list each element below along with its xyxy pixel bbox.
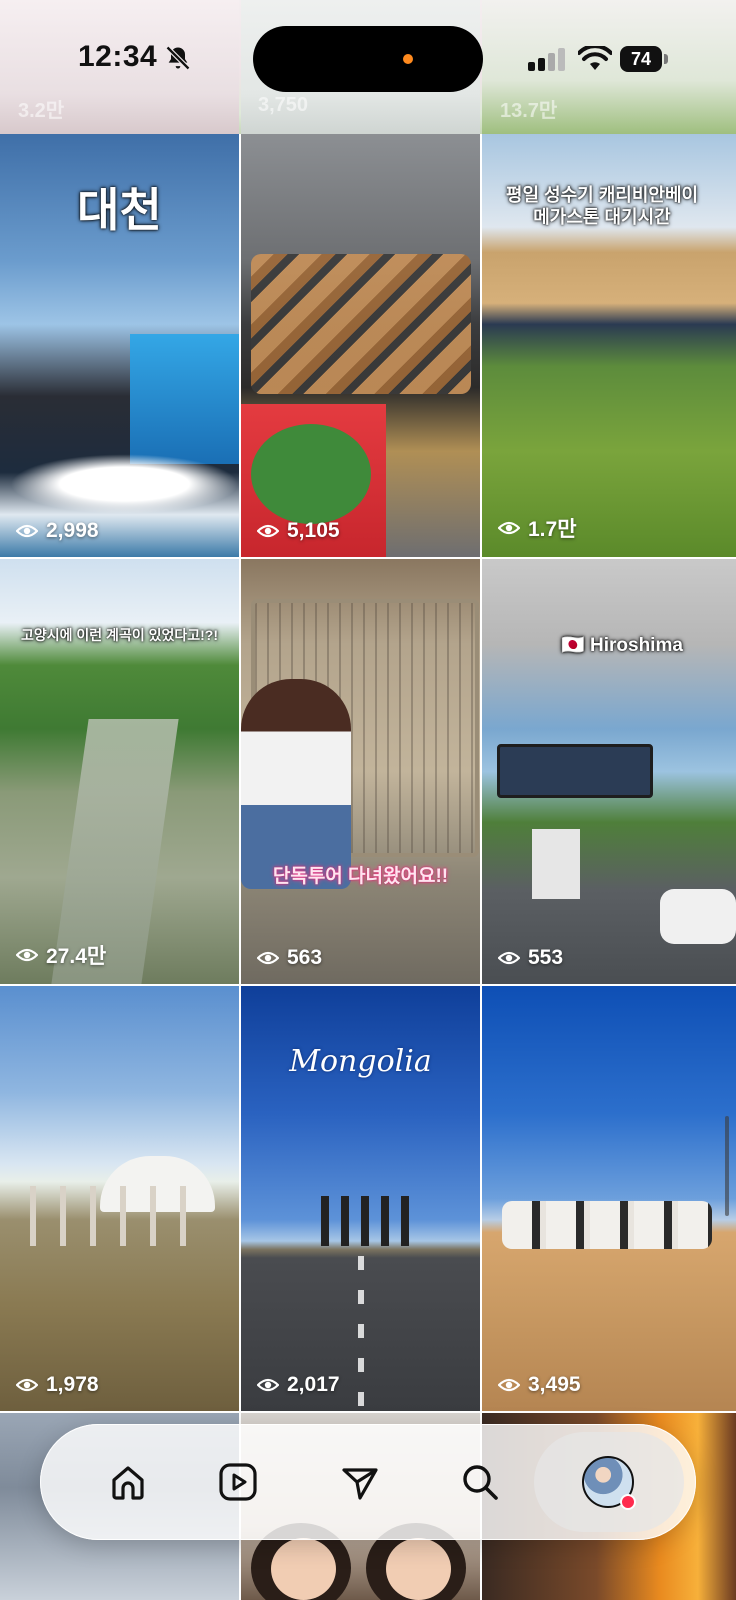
nav-reels-button[interactable] bbox=[208, 1452, 268, 1512]
view-count: 27.4만 bbox=[16, 940, 106, 970]
eye-icon bbox=[16, 1378, 38, 1392]
nav-messages-button[interactable] bbox=[330, 1452, 390, 1512]
search-icon bbox=[463, 1465, 498, 1500]
video-tile-2[interactable]: 5,105 bbox=[241, 134, 480, 557]
video-tile-5[interactable]: 단독투어 다녀왔어요!! 563 bbox=[241, 559, 480, 984]
view-count: 563 bbox=[257, 946, 322, 970]
eye-icon bbox=[16, 524, 38, 538]
view-count-value: 3,495 bbox=[528, 1373, 581, 1396]
cellular-signal-icon bbox=[528, 48, 565, 71]
view-count-value: 563 bbox=[287, 946, 323, 969]
scrollbar[interactable] bbox=[725, 1116, 729, 1216]
top-tile-views-1: 3.2만 bbox=[18, 100, 65, 122]
video-tile-4[interactable]: 고양시에 이런 계곡이 있었다고!?! 27.4만 bbox=[0, 559, 239, 984]
nav-home-button[interactable] bbox=[98, 1452, 158, 1512]
nav-search-button[interactable] bbox=[450, 1452, 510, 1512]
battery-icon: 74 bbox=[620, 46, 670, 72]
tile-overlay-text: 평일 성수기 캐리비안베이 메가스톤 대기시간 bbox=[505, 185, 699, 227]
eye-icon bbox=[257, 524, 279, 538]
eye-icon bbox=[16, 948, 38, 962]
view-count-value: 553 bbox=[528, 946, 564, 969]
top-tile-views-2: 3,750 bbox=[258, 94, 309, 116]
eye-icon bbox=[257, 951, 279, 965]
eye-icon bbox=[498, 951, 520, 965]
home-icon bbox=[112, 1466, 144, 1500]
view-count-value: 5,105 bbox=[287, 519, 340, 542]
privacy-indicator-dot bbox=[403, 54, 413, 64]
view-count-value: 1,978 bbox=[46, 1373, 99, 1396]
notification-dot bbox=[620, 1494, 636, 1510]
view-count: 1,978 bbox=[16, 1373, 99, 1397]
tile-overlay-text: 단독투어 다녀왔어요!! bbox=[272, 866, 449, 887]
view-count: 2,998 bbox=[16, 519, 99, 543]
view-count-value: 2,998 bbox=[46, 519, 99, 542]
view-count: 5,105 bbox=[257, 519, 340, 543]
battery-level: 74 bbox=[620, 46, 662, 72]
bell-slash-icon bbox=[165, 45, 191, 71]
send-icon bbox=[342, 1468, 378, 1500]
tile-overlay-text: Mongolia bbox=[289, 1044, 432, 1079]
eye-icon bbox=[257, 1378, 279, 1392]
view-count: 3,495 bbox=[498, 1373, 581, 1397]
tile-overlay-text: 대천 bbox=[77, 184, 162, 236]
reels-icon bbox=[219, 1463, 257, 1501]
view-count: 553 bbox=[498, 946, 563, 970]
video-tile-1[interactable]: 대천 2,998 bbox=[0, 134, 239, 557]
view-count-value: 1.7만 bbox=[528, 518, 577, 541]
status-time: 12:34 bbox=[78, 40, 158, 73]
video-tile-9[interactable]: 3,495 bbox=[482, 986, 736, 1411]
eye-icon bbox=[498, 1378, 520, 1392]
view-count-value: 27.4만 bbox=[46, 945, 107, 968]
video-tile-7[interactable]: 1,978 bbox=[0, 986, 239, 1411]
eye-icon bbox=[498, 521, 520, 535]
top-tile-views-3: 13.7만 bbox=[500, 100, 558, 122]
view-count-value: 2,017 bbox=[287, 1373, 340, 1396]
tile-overlay-text: 고양시에 이런 계곡이 있었다고!?! bbox=[21, 627, 218, 643]
status-bar: 3.2만 3,750 13.7만 12:34 74 bbox=[0, 0, 736, 134]
video-tile-8[interactable]: Mongolia 2,017 bbox=[241, 986, 480, 1411]
bottom-tab-bar bbox=[40, 1424, 696, 1540]
dynamic-island bbox=[253, 26, 483, 92]
video-tile-3[interactable]: 평일 성수기 캐리비안베이 메가스톤 대기시간 1.7만 bbox=[482, 134, 736, 557]
video-tile-6[interactable]: 🇯🇵 Hiroshima 553 bbox=[482, 559, 736, 984]
view-count: 2,017 bbox=[257, 1373, 340, 1397]
view-count: 1.7만 bbox=[498, 513, 577, 543]
tile-overlay-text: 🇯🇵 Hiroshima bbox=[561, 635, 683, 656]
wifi-icon bbox=[578, 46, 612, 70]
